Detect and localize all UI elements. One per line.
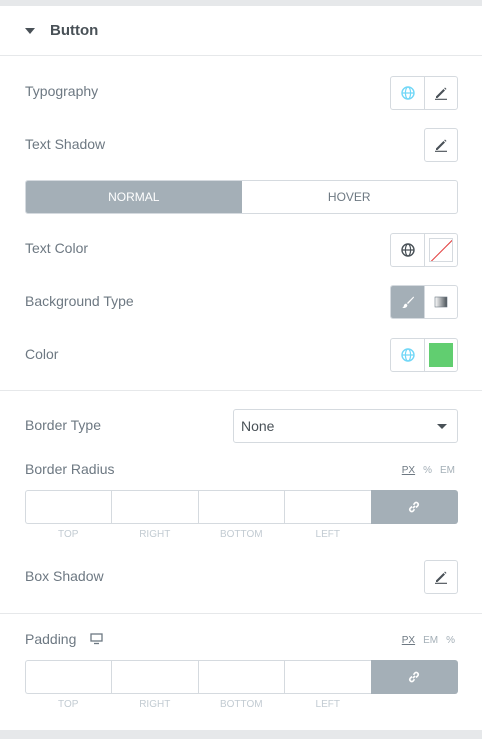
pencil-icon	[435, 87, 447, 100]
border-radius-label: Border Radius	[25, 461, 115, 477]
border-radius-top-input[interactable]	[25, 490, 112, 524]
background-type-controls	[390, 285, 458, 319]
border-radius-dimensions	[25, 490, 459, 524]
globe-icon	[400, 243, 415, 257]
color-global-button[interactable]	[391, 339, 424, 371]
box-shadow-label: Box Shadow	[25, 568, 104, 584]
text-color-picker[interactable]	[424, 234, 457, 266]
typography-controls	[390, 76, 458, 110]
typography-label: Typography	[25, 83, 99, 99]
caret-down-icon	[25, 28, 35, 34]
green-color-swatch	[429, 343, 453, 367]
pencil-icon	[435, 139, 447, 152]
side-label-left: LEFT	[315, 699, 340, 710]
unit-px[interactable]: PX	[402, 635, 415, 646]
button-style-panel: Button Typography Text Shadow NORMAL HOV…	[0, 6, 482, 730]
tab-hover[interactable]: HOVER	[242, 181, 458, 213]
link-icon	[409, 501, 420, 513]
text-shadow-edit-button[interactable]	[425, 129, 457, 161]
border-radius-right-input[interactable]	[111, 490, 198, 524]
section-header-button[interactable]: Button	[0, 6, 482, 56]
text-color-label: Text Color	[25, 240, 89, 256]
padding-label: Padding	[25, 631, 103, 647]
unit-percent[interactable]: %	[423, 465, 432, 476]
padding-units: PX EM %	[402, 635, 455, 646]
box-shadow-edit-button[interactable]	[425, 561, 457, 593]
border-type-label: Border Type	[25, 417, 102, 433]
background-classic-button[interactable]	[391, 286, 424, 318]
side-label-right: RIGHT	[139, 699, 171, 710]
divider	[0, 390, 482, 391]
border-radius-side-labels: TOP RIGHT BOTTOM LEFT	[25, 529, 371, 540]
text-shadow-controls	[424, 128, 458, 162]
tab-normal[interactable]: NORMAL	[26, 181, 242, 213]
link-icon	[409, 671, 420, 683]
side-label-bottom: BOTTOM	[219, 699, 263, 710]
text-shadow-label: Text Shadow	[25, 136, 106, 152]
background-type-label: Background Type	[25, 293, 134, 309]
unit-percent[interactable]: %	[446, 635, 455, 646]
side-label-top: TOP	[58, 699, 79, 710]
typography-edit-button[interactable]	[424, 77, 457, 109]
paint-brush-icon	[401, 296, 414, 309]
divider	[0, 613, 482, 614]
globe-icon	[400, 348, 415, 362]
side-label-left: LEFT	[315, 529, 340, 540]
gradient-icon	[434, 296, 448, 308]
unit-px[interactable]: PX	[402, 465, 415, 476]
box-shadow-controls	[424, 560, 458, 594]
padding-side-labels: TOP RIGHT BOTTOM LEFT	[25, 699, 371, 710]
side-label-right: RIGHT	[139, 529, 171, 540]
background-gradient-button[interactable]	[424, 286, 457, 318]
text-color-controls	[390, 233, 458, 267]
typography-global-button[interactable]	[391, 77, 424, 109]
state-tabs: NORMAL HOVER	[25, 180, 458, 214]
border-radius-left-input[interactable]	[284, 490, 371, 524]
border-radius-link-button[interactable]	[370, 490, 459, 524]
unit-em[interactable]: EM	[440, 465, 455, 476]
empty-color-swatch	[429, 238, 453, 262]
color-picker[interactable]	[424, 339, 457, 371]
border-radius-bottom-input[interactable]	[197, 490, 285, 524]
border-type-value: None	[241, 418, 275, 434]
padding-top-input[interactable]	[25, 660, 112, 694]
padding-left-input[interactable]	[284, 660, 371, 694]
padding-dimensions	[25, 660, 459, 694]
section-title: Button	[50, 22, 99, 39]
text-color-global-button[interactable]	[391, 234, 424, 266]
unit-em[interactable]: EM	[423, 635, 438, 646]
globe-icon	[400, 86, 415, 100]
padding-right-input[interactable]	[111, 660, 198, 694]
padding-label-text: Padding	[25, 631, 77, 647]
padding-link-button[interactable]	[370, 660, 459, 694]
side-label-bottom: BOTTOM	[219, 529, 263, 540]
pencil-icon	[435, 571, 447, 584]
border-radius-units: PX % EM	[402, 465, 455, 476]
color-controls	[390, 338, 458, 372]
border-type-select[interactable]: None	[233, 409, 458, 443]
desktop-icon[interactable]	[90, 633, 103, 645]
color-label: Color	[25, 346, 59, 362]
side-label-top: TOP	[58, 529, 79, 540]
padding-bottom-input[interactable]	[197, 660, 285, 694]
chevron-down-icon	[437, 424, 447, 429]
